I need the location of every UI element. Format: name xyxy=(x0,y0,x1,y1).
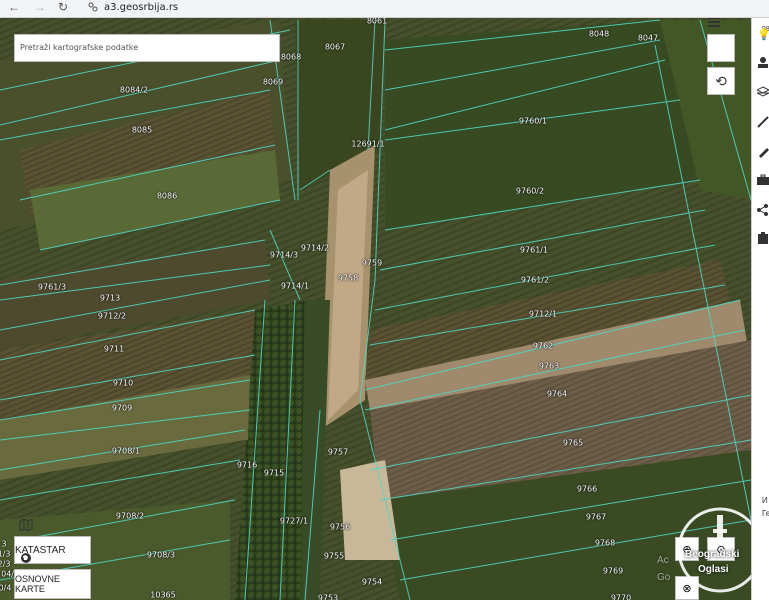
draw-icon[interactable] xyxy=(757,146,769,158)
map-canvas[interactable]: 8061 8067 8068 8069 8048 8047 8084/2 808… xyxy=(0,18,751,600)
address-bar-url[interactable]: a3.geosrbija.rs xyxy=(104,1,178,15)
parcel-label[interactable]: 8086 xyxy=(157,192,177,201)
side-panel-text-2: Ге xyxy=(762,509,769,518)
parcel-label[interactable]: 9757 xyxy=(328,448,348,457)
menu-button[interactable] xyxy=(707,18,735,62)
parcel-label[interactable]: 9761/2 xyxy=(521,276,549,285)
parcel-label[interactable]: 9727/1 xyxy=(280,517,308,526)
parcel-label[interactable]: 8047 xyxy=(638,34,658,43)
parcel-label[interactable]: 9714/3 xyxy=(270,251,298,260)
reload-icon[interactable]: ↻ xyxy=(58,0,68,15)
parcel-label[interactable]: 9712/1 xyxy=(529,310,557,319)
forward-icon[interactable]: → xyxy=(34,0,46,15)
parcel-label[interactable]: 9767 xyxy=(586,513,606,522)
browser-toolbar: ← → ↻ a3.geosrbija.rs xyxy=(0,0,769,18)
parcel-label[interactable]: 9708/1 xyxy=(112,447,140,456)
parcel-label[interactable]: 9756 xyxy=(330,523,350,532)
parcel-label[interactable]: 9712/2 xyxy=(98,312,126,321)
parcel-label[interactable]: 9714/1 xyxy=(281,282,309,291)
refresh-button[interactable]: ⟲ xyxy=(707,67,735,95)
lightbulb-icon[interactable]: 💡 xyxy=(757,28,769,41)
site-info-icon[interactable] xyxy=(88,2,98,12)
parcel-label[interactable]: 704/ xyxy=(0,570,14,579)
clipboard-icon[interactable] xyxy=(757,232,769,244)
parcel-label[interactable]: 9764 xyxy=(547,390,567,399)
parcel-label[interactable]: 8084/2 xyxy=(120,86,148,95)
parcel-label[interactable]: 9708/2 xyxy=(116,512,144,521)
parcel-label[interactable]: 9755 xyxy=(324,552,344,561)
search-input[interactable]: Pretraži kartografske podatke xyxy=(14,34,280,62)
parcel-label[interactable]: 10365 xyxy=(150,591,175,600)
parcel-label[interactable]: 9760/2 xyxy=(516,187,544,196)
parcel-label[interactable]: 9710 xyxy=(113,379,133,388)
parcel-label[interactable]: 2/3 xyxy=(0,560,10,569)
toolbox-icon[interactable] xyxy=(757,174,769,186)
parcel-label[interactable]: 8067 xyxy=(325,43,345,52)
side-panel-text-1: И xyxy=(762,496,768,505)
parcel-label[interactable]: 9761/1 xyxy=(520,246,548,255)
basemaps-label-line1: OSNOVNE xyxy=(15,574,61,584)
parcel-label[interactable]: 12691/1 xyxy=(351,140,384,149)
basemaps-label: OSNOVNE KARTE xyxy=(15,574,60,594)
parcel-label[interactable]: 8061 xyxy=(367,18,387,26)
refresh-icon: ⟲ xyxy=(715,73,727,89)
basemaps-label-line2: KARTE xyxy=(15,584,45,594)
watermark-ghost-1: Ac xyxy=(657,555,669,566)
parcel-label[interactable]: 0/4 xyxy=(0,584,11,593)
satellite-imagery xyxy=(0,18,751,600)
parcel-label[interactable]: 9770 xyxy=(611,594,631,600)
parcel-label[interactable]: 9766 xyxy=(577,485,597,494)
parcel-label[interactable]: 9763 xyxy=(539,362,559,371)
parcel-label[interactable]: 9754 xyxy=(362,578,382,587)
parcel-label[interactable]: 9715 xyxy=(264,469,284,478)
parcel-label[interactable]: 9761/3 xyxy=(38,283,66,292)
parcel-label[interactable]: 8068 xyxy=(281,53,301,62)
user-icon[interactable] xyxy=(757,56,769,68)
watermark-ghost-2: Go xyxy=(657,572,671,583)
back-icon[interactable]: ← xyxy=(8,0,20,15)
basemaps-button[interactable]: OSNOVNE KARTE xyxy=(14,553,91,599)
parcel-label[interactable]: 9758 xyxy=(338,274,358,283)
parcel-label[interactable]: 8048 xyxy=(589,30,609,39)
parcel-label[interactable]: 9711 xyxy=(104,345,124,354)
parcel-label[interactable]: 9708/3 xyxy=(147,551,175,560)
parcel-label[interactable]: 9765 xyxy=(563,439,583,448)
parcel-label[interactable]: 9760/1 xyxy=(519,117,547,126)
parcel-label[interactable]: 9762 xyxy=(533,342,553,351)
parcel-label[interactable]: 1/3 xyxy=(0,550,10,559)
map-icon xyxy=(19,519,33,531)
parcel-label[interactable]: 9716 xyxy=(237,461,257,470)
parcel-label[interactable]: 9713 xyxy=(100,294,120,303)
parcel-label[interactable]: 9714/2 xyxy=(301,244,329,253)
parcel-label[interactable]: 9768 xyxy=(595,539,615,548)
watermark-text-1: Beogradski xyxy=(685,549,740,560)
parcel-label[interactable]: 8069 xyxy=(263,78,283,87)
watermark-text-2: Oglasi xyxy=(698,564,729,575)
parcel-label[interactable]: 9759 xyxy=(362,259,382,268)
parcel-label[interactable]: 3 xyxy=(1,540,6,549)
hamburger-menu-icon xyxy=(708,18,720,27)
parcel-label[interactable]: 9709 xyxy=(112,404,132,413)
parcel-label[interactable]: 9753 xyxy=(318,594,338,600)
ruler-icon[interactable] xyxy=(757,116,769,128)
layers-icon[interactable] xyxy=(757,86,769,98)
globe-icon xyxy=(21,553,31,563)
parcel-label[interactable]: 8085 xyxy=(132,126,152,135)
side-toolbar: 98 💡 И Ге xyxy=(751,18,769,600)
share-icon[interactable] xyxy=(757,204,769,216)
parcel-label[interactable]: 9769 xyxy=(603,567,623,576)
